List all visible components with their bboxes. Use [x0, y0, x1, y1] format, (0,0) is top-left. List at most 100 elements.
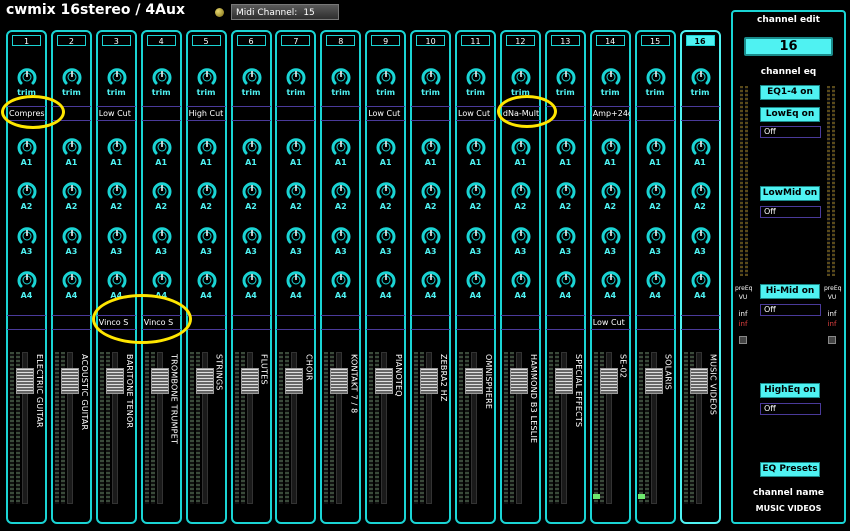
a4-knob[interactable] — [330, 269, 352, 291]
a1-knob[interactable] — [510, 136, 532, 158]
fx-slot[interactable]: Amp+24c — [590, 106, 630, 121]
insert-slot[interactable] — [500, 315, 540, 330]
a1-knob[interactable] — [16, 136, 38, 158]
insert-slot[interactable] — [276, 315, 316, 330]
a3-knob[interactable] — [285, 225, 307, 247]
track-name-label[interactable]: CHOIR — [299, 354, 313, 504]
trim-knob[interactable] — [510, 66, 532, 88]
track-name-label[interactable]: SPECIAL EFFECTS — [569, 354, 583, 504]
eq14-on-button[interactable]: EQ1-4 on — [760, 85, 820, 100]
trim-knob[interactable] — [151, 66, 173, 88]
trim-knob[interactable] — [600, 66, 622, 88]
channel-edit-number[interactable]: 16 — [744, 37, 833, 56]
trim-knob[interactable] — [241, 66, 263, 88]
a2-knob[interactable] — [196, 180, 218, 202]
a4-knob[interactable] — [61, 269, 83, 291]
a1-knob[interactable] — [465, 136, 487, 158]
channel-number-button[interactable]: 10 — [416, 35, 446, 46]
pre-clip-reset[interactable] — [739, 336, 747, 344]
insert-slot[interactable] — [545, 315, 585, 330]
a1-knob[interactable] — [151, 136, 173, 158]
a3-knob[interactable] — [241, 225, 263, 247]
channel-number-button[interactable]: 7 — [281, 35, 311, 46]
track-name-label[interactable]: OMNISPHERE — [479, 354, 493, 504]
channel-number-button[interactable]: 14 — [595, 35, 625, 46]
track-name-label[interactable]: STRINGS — [210, 354, 224, 504]
channel-name-value[interactable]: MUSIC VIDEOS — [733, 504, 844, 513]
a4-knob[interactable] — [196, 269, 218, 291]
a4-knob[interactable] — [555, 269, 577, 291]
a3-knob[interactable] — [420, 225, 442, 247]
insert-slot[interactable] — [321, 315, 361, 330]
a2-knob[interactable] — [16, 180, 38, 202]
loweq-value[interactable]: Off — [760, 126, 821, 138]
a1-knob[interactable] — [690, 136, 712, 158]
a1-knob[interactable] — [645, 136, 667, 158]
a1-knob[interactable] — [375, 136, 397, 158]
a4-knob[interactable] — [510, 269, 532, 291]
a2-knob[interactable] — [600, 180, 622, 202]
post-clip-reset[interactable] — [828, 336, 836, 344]
a3-knob[interactable] — [555, 225, 577, 247]
a3-knob[interactable] — [375, 225, 397, 247]
a4-knob[interactable] — [16, 269, 38, 291]
a1-knob[interactable] — [241, 136, 263, 158]
higheq-value[interactable]: Off — [760, 403, 821, 415]
fx-slot[interactable]: Low Cut — [96, 106, 136, 121]
trim-knob[interactable] — [16, 66, 38, 88]
track-name-label[interactable]: KONTAKT 7 / 8 — [344, 354, 358, 504]
channel-number-button[interactable]: 13 — [550, 35, 580, 46]
a3-knob[interactable] — [330, 225, 352, 247]
track-name-label[interactable]: ACOUSTIC GUITAR — [75, 354, 89, 504]
trim-knob[interactable] — [375, 66, 397, 88]
track-name-label[interactable]: MUSIC VIDEOS — [704, 354, 718, 504]
a3-knob[interactable] — [61, 225, 83, 247]
a2-knob[interactable] — [285, 180, 307, 202]
a3-knob[interactable] — [106, 225, 128, 247]
a3-knob[interactable] — [196, 225, 218, 247]
a2-knob[interactable] — [151, 180, 173, 202]
loweq-on-button[interactable]: LowEq on — [760, 107, 820, 122]
fx-slot[interactable] — [680, 106, 720, 121]
trim-knob[interactable] — [196, 66, 218, 88]
track-name-label[interactable]: SE-02 — [614, 354, 628, 504]
insert-slot[interactable]: Low Cut — [590, 315, 630, 330]
midi-channel-field[interactable]: Midi Channel: 15 — [231, 4, 339, 20]
fx-slot[interactable] — [411, 106, 451, 121]
higheq-on-button[interactable]: HighEq on — [760, 383, 820, 398]
channel-number-button[interactable]: 9 — [371, 35, 401, 46]
a1-knob[interactable] — [420, 136, 442, 158]
a1-knob[interactable] — [61, 136, 83, 158]
channel-number-button[interactable]: 2 — [56, 35, 86, 46]
a2-knob[interactable] — [645, 180, 667, 202]
insert-slot[interactable] — [51, 315, 91, 330]
insert-slot[interactable] — [7, 315, 46, 330]
channel-number-button[interactable]: 16 — [685, 35, 715, 46]
a4-knob[interactable] — [645, 269, 667, 291]
a3-knob[interactable] — [151, 225, 173, 247]
insert-slot[interactable] — [635, 315, 675, 330]
lowmid-value[interactable]: Off — [760, 206, 821, 218]
eq-presets-button[interactable]: EQ Presets — [760, 462, 820, 477]
insert-slot[interactable] — [231, 315, 271, 330]
fx-slot[interactable]: Low Cut — [456, 106, 495, 121]
a1-knob[interactable] — [600, 136, 622, 158]
insert-slot[interactable] — [186, 315, 226, 330]
fx-slot[interactable] — [276, 106, 316, 121]
a1-knob[interactable] — [106, 136, 128, 158]
a3-knob[interactable] — [16, 225, 38, 247]
a2-knob[interactable] — [555, 180, 577, 202]
channel-number-button[interactable]: 11 — [461, 35, 490, 46]
trim-knob[interactable] — [690, 66, 712, 88]
trim-knob[interactable] — [555, 66, 577, 88]
trim-knob[interactable] — [645, 66, 667, 88]
himid-on-button[interactable]: Hi-Mid on — [760, 284, 820, 299]
fx-slot[interactable] — [231, 106, 271, 121]
a4-knob[interactable] — [465, 269, 487, 291]
fx-slot[interactable] — [141, 106, 181, 121]
a4-knob[interactable] — [375, 269, 397, 291]
channel-number-button[interactable]: 3 — [101, 35, 131, 46]
a4-knob[interactable] — [420, 269, 442, 291]
a2-knob[interactable] — [690, 180, 712, 202]
trim-knob[interactable] — [420, 66, 442, 88]
